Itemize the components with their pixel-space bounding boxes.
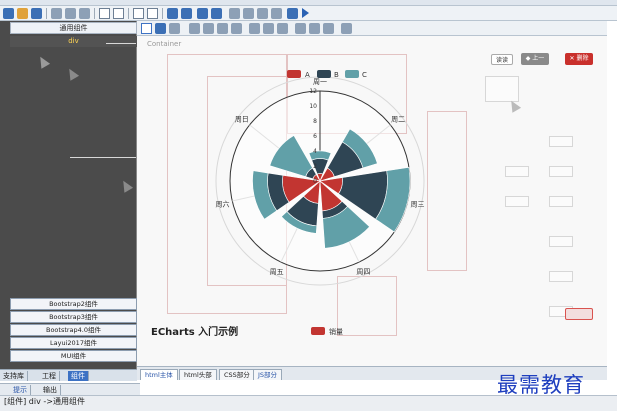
same-height-icon[interactable]	[263, 23, 274, 34]
category-label: 周二	[391, 116, 405, 124]
group-bootstrap4[interactable]: Bootstrap4.0组件	[10, 324, 137, 336]
legend-swatch-c[interactable]	[345, 70, 359, 78]
component-group-title[interactable]: 通用组件	[10, 22, 137, 34]
legend-swatch-b[interactable]	[317, 70, 331, 78]
ide-window: 通用组件 div Bootstrap2组件 Bootstrap3组件 Boots…	[0, 0, 617, 411]
radius-tick-label: 8	[313, 118, 317, 125]
frame-icon[interactable]	[133, 8, 144, 19]
polar-bar-chart: 周一周二周三周四 周五 周六 周日 0 2 4 6 8 10 12 A B C ECharts 入…	[151, 70, 425, 338]
watermark-logo: 最需教育	[497, 373, 585, 397]
group-mui[interactable]: MUI组件	[10, 350, 137, 362]
divider	[106, 43, 136, 44]
align-icon[interactable]	[167, 8, 178, 19]
radius-tick-label: 12	[309, 88, 317, 95]
tab-css[interactable]: CSS部分	[219, 369, 255, 380]
toolbar-separator	[46, 8, 47, 19]
category-label: 周一	[313, 78, 327, 86]
align-left-icon[interactable]	[189, 23, 200, 34]
legend-swatch-a[interactable]	[287, 70, 301, 78]
preview-icon[interactable]	[287, 8, 298, 19]
code-view-icon[interactable]	[155, 23, 166, 34]
copy-icon[interactable]	[65, 8, 76, 19]
bookmark-icon[interactable]	[229, 8, 240, 19]
legend-label-c: C	[362, 71, 367, 79]
legend-label-a: A	[305, 71, 310, 79]
tab-html-body[interactable]: html主体	[140, 369, 178, 380]
left-panel-tabs: 支持库 工程 组件	[0, 369, 137, 381]
main-toolbar	[0, 6, 617, 21]
tab-hints[interactable]: 提示	[10, 385, 31, 395]
tab-js[interactable]: JS部分	[253, 369, 283, 380]
tab-html-head[interactable]: html头部	[179, 369, 217, 380]
bookmark-clear-icon[interactable]	[271, 8, 282, 19]
category-label: 周六	[216, 199, 230, 208]
cut-icon[interactable]	[51, 8, 62, 19]
echarts-title: ECharts 入门示例	[151, 325, 238, 338]
group-bootstrap3[interactable]: Bootstrap3组件	[10, 311, 137, 323]
paste-icon[interactable]	[79, 8, 90, 19]
outdent-icon[interactable]	[211, 8, 222, 19]
layout-icon[interactable]	[181, 8, 192, 19]
radius-tick-label: 6	[313, 133, 317, 140]
open-folder-icon[interactable]	[17, 8, 28, 19]
legend-label-b: B	[334, 71, 339, 79]
vspace-icon[interactable]	[309, 23, 320, 34]
sales-legend-label: 销量	[329, 327, 343, 336]
sales-legend-swatch	[311, 327, 325, 335]
output-tabs: 提示 输出	[0, 383, 140, 395]
chart-legend: A B C	[287, 70, 367, 79]
lock-icon[interactable]	[341, 23, 352, 34]
category-label: 周四	[356, 268, 370, 276]
undo-icon[interactable]	[99, 8, 110, 19]
tab-output[interactable]: 输出	[40, 385, 61, 395]
toolbar-separator	[128, 8, 129, 19]
save-icon[interactable]	[31, 8, 42, 19]
toolbar-separator	[162, 8, 163, 19]
page-icon[interactable]	[147, 8, 158, 19]
radius-tick-label: 10	[309, 103, 317, 110]
indent-icon[interactable]	[197, 8, 208, 19]
group-bootstrap2[interactable]: Bootstrap2组件	[10, 298, 137, 310]
same-size-icon[interactable]	[277, 23, 288, 34]
bookmark-prev-icon[interactable]	[257, 8, 268, 19]
align-center-icon[interactable]	[203, 23, 214, 34]
align-top-icon[interactable]	[231, 23, 242, 34]
new-file-icon[interactable]	[3, 8, 14, 19]
same-width-icon[interactable]	[249, 23, 260, 34]
radius-tick-label: 2	[313, 163, 317, 170]
split-view-icon[interactable]	[169, 23, 180, 34]
align-right-icon[interactable]	[217, 23, 228, 34]
component-groups: Bootstrap2组件 Bootstrap3组件 Bootstrap4.0组件…	[10, 298, 137, 363]
group-layui[interactable]: Layui2017组件	[10, 337, 137, 349]
category-label: 周五	[270, 268, 284, 276]
tab-project[interactable]: 工程	[39, 371, 60, 381]
radius-tick-label: 0	[313, 178, 317, 185]
hspace-icon[interactable]	[295, 23, 306, 34]
divider	[70, 157, 136, 158]
run-icon[interactable]	[302, 8, 309, 18]
component-item-div[interactable]: div	[10, 36, 137, 47]
tab-library[interactable]: 支持库	[0, 371, 28, 381]
redo-icon[interactable]	[113, 8, 124, 19]
category-label: 周日	[235, 116, 249, 124]
tab-components[interactable]: 组件	[68, 371, 89, 381]
center-h-icon[interactable]	[323, 23, 334, 34]
category-label: 周三	[410, 200, 424, 208]
bookmark-next-icon[interactable]	[243, 8, 254, 19]
designer-toolbar	[137, 21, 607, 36]
radius-tick-label: 4	[313, 148, 317, 155]
toolbar-separator	[94, 8, 95, 19]
status-text: [组件] div ->通用组件	[4, 397, 85, 406]
design-view-icon[interactable]	[141, 23, 152, 34]
